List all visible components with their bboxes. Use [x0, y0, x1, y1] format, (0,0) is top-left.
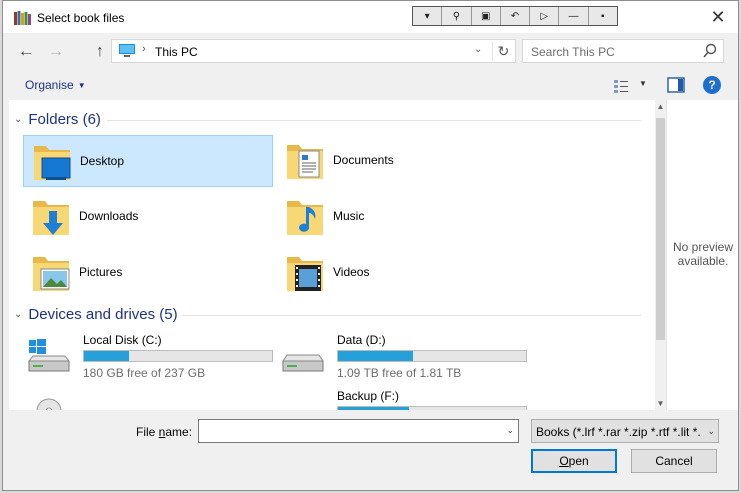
collapse-chevron-icon[interactable]: ⌄ — [14, 309, 22, 320]
preview-pane: No preview available. — [666, 100, 738, 410]
drive-name: Data (D:) — [337, 333, 386, 347]
toolbar-pin-button[interactable]: ⚲ — [442, 7, 472, 25]
collapse-chevron-icon[interactable]: ⌄ — [14, 114, 22, 125]
address-bar[interactable]: › This PC ⌄ ↻ — [111, 39, 516, 63]
organise-caret-icon: ▼ — [77, 81, 86, 90]
drive-tile-dvd[interactable] — [27, 389, 277, 410]
toolbar-minimize-button[interactable]: — — [559, 7, 589, 25]
drive-free-space: 180 GB free of 237 GB — [83, 366, 206, 380]
chevron-down-icon[interactable]: ⌄ — [506, 425, 514, 436]
drive-usage-bar — [337, 350, 527, 362]
drive-usage-fill — [338, 351, 414, 361]
window-title: Select book files — [37, 11, 125, 25]
music-folder-icon — [287, 201, 323, 235]
address-dropdown-icon[interactable]: ⌄ — [474, 44, 482, 55]
scroll-up-arrow-icon[interactable]: ▲ — [655, 102, 666, 111]
file-name-field[interactable]: ⌄ — [198, 419, 519, 443]
toolbar-window-button[interactable]: ▣ — [472, 7, 501, 25]
preview-message: No preview available. — [667, 240, 739, 268]
folder-tile-pictures[interactable]: Pictures — [23, 247, 273, 299]
search-placeholder: Search This PC — [531, 45, 615, 59]
toolbar-stop-button[interactable]: ▪ — [589, 7, 617, 25]
drive-usage-bar — [337, 406, 527, 410]
vertical-scrollbar[interactable]: ▲ ▼ — [655, 100, 666, 410]
back-button[interactable]: ← — [15, 41, 37, 63]
organise-menu[interactable]: Organise ▼ — [25, 78, 86, 92]
file-type-filter-select[interactable]: Books (*.lrf *.rar *.zip *.rtf *.lit *. … — [531, 419, 719, 443]
organise-label: Organise — [25, 78, 74, 92]
dvd-drive-icon — [36, 398, 62, 410]
drive-free-space: 1.09 TB free of 1.81 TB — [337, 366, 462, 380]
downloads-folder-icon — [33, 201, 69, 235]
scroll-down-arrow-icon[interactable]: ▼ — [655, 399, 666, 408]
close-button[interactable]: ✕ — [706, 5, 730, 29]
forward-button[interactable]: → — [45, 41, 67, 63]
search-input[interactable]: Search This PC — [522, 39, 724, 63]
folders-group-header[interactable]: ⌄ Folders (6) — [14, 111, 101, 128]
folder-tile-documents[interactable]: Documents — [277, 135, 527, 187]
folder-label: Music — [333, 209, 365, 223]
devices-group-header[interactable]: ⌄ Devices and drives (5) — [14, 306, 178, 323]
breadcrumb-separator[interactable]: › — [142, 43, 146, 55]
drive-name: Backup (F:) — [337, 389, 400, 403]
file-type-filter-value: Books (*.lrf *.rar *.zip *.rtf *.lit *. — [536, 425, 701, 439]
drive-tile-c[interactable]: Local Disk (C:) 180 GB free of 237 GB — [27, 333, 277, 383]
drive-tile-d[interactable]: Data (D:) 1.09 TB free of 1.81 TB — [281, 333, 531, 383]
drive-usage-fill — [338, 407, 410, 410]
folder-label: Documents — [333, 153, 394, 167]
folder-tile-downloads[interactable]: Downloads — [23, 191, 273, 243]
file-name-label-prefix: File — [136, 425, 159, 439]
help-button[interactable]: ? — [703, 76, 721, 94]
desktop-folder-icon — [34, 146, 71, 180]
pictures-folder-icon — [33, 257, 70, 291]
chevron-down-icon[interactable]: ⌄ — [707, 426, 715, 437]
folder-label: Videos — [333, 265, 370, 279]
preview-line-1: No preview — [672, 240, 734, 254]
folder-tile-desktop[interactable]: Desktop — [23, 135, 273, 187]
view-caret-icon: ▼ — [639, 79, 647, 88]
group-divider — [107, 120, 641, 121]
windows-drive-icon — [27, 339, 71, 372]
preview-line-2: available. — [677, 254, 729, 268]
folders-group-label: Folders (6) — [28, 111, 101, 128]
books-app-icon — [14, 11, 31, 25]
folder-tile-videos[interactable]: Videos — [277, 247, 527, 299]
open-button[interactable]: Open — [531, 449, 617, 473]
up-button[interactable]: ↑ — [89, 41, 111, 63]
drive-usage-bar — [83, 350, 273, 362]
select-book-files-dialog: Select book files ▾ ⚲ ▣ ↶ ▷ — ▪ ✕ ← → ↑ … — [2, 0, 739, 491]
view-options-icon — [614, 80, 628, 93]
refresh-button[interactable]: ↻ — [492, 41, 514, 61]
folder-label: Downloads — [79, 209, 139, 223]
file-name-label: File name: — [136, 425, 192, 439]
group-divider — [182, 315, 641, 316]
this-pc-icon — [119, 44, 135, 57]
documents-folder-icon — [287, 145, 323, 179]
drive-name: Local Disk (C:) — [83, 333, 162, 347]
open-label-rest: pen — [568, 454, 589, 468]
drive-usage-fill — [84, 351, 130, 361]
preview-pane-toggle-icon[interactable] — [667, 77, 685, 93]
breadcrumb-this-pc[interactable]: This PC — [155, 45, 198, 59]
folder-label: Pictures — [79, 265, 123, 279]
file-name-label-suffix: ame: — [165, 425, 193, 439]
hard-drive-icon — [282, 354, 324, 372]
toolbar-play-button[interactable]: ▷ — [530, 7, 560, 25]
search-icon — [703, 43, 717, 58]
toolbar-dropdown-button[interactable]: ▾ — [413, 7, 443, 25]
folder-tile-music[interactable]: Music — [277, 191, 527, 243]
floating-toolbar: ▾ ⚲ ▣ ↶ ▷ — ▪ — [412, 6, 618, 26]
change-view-button[interactable]: ▼ — [613, 77, 649, 95]
videos-folder-icon — [287, 257, 323, 291]
drive-tile-f[interactable]: Backup (F:) — [281, 389, 531, 410]
toolbar-undo-button[interactable]: ↶ — [501, 7, 531, 25]
devices-group-label: Devices and drives (5) — [28, 306, 178, 323]
title-bar: Select book files ▾ ⚲ ▣ ↶ ▷ — ▪ ✕ — [3, 1, 738, 33]
folder-label: Desktop — [80, 154, 125, 168]
file-list-pane: ⌄ Folders (6) Desktop Documents Download… — [9, 100, 666, 410]
cancel-button[interactable]: Cancel — [631, 449, 717, 473]
open-accel: O — [559, 454, 569, 468]
scroll-thumb[interactable] — [656, 118, 665, 340]
